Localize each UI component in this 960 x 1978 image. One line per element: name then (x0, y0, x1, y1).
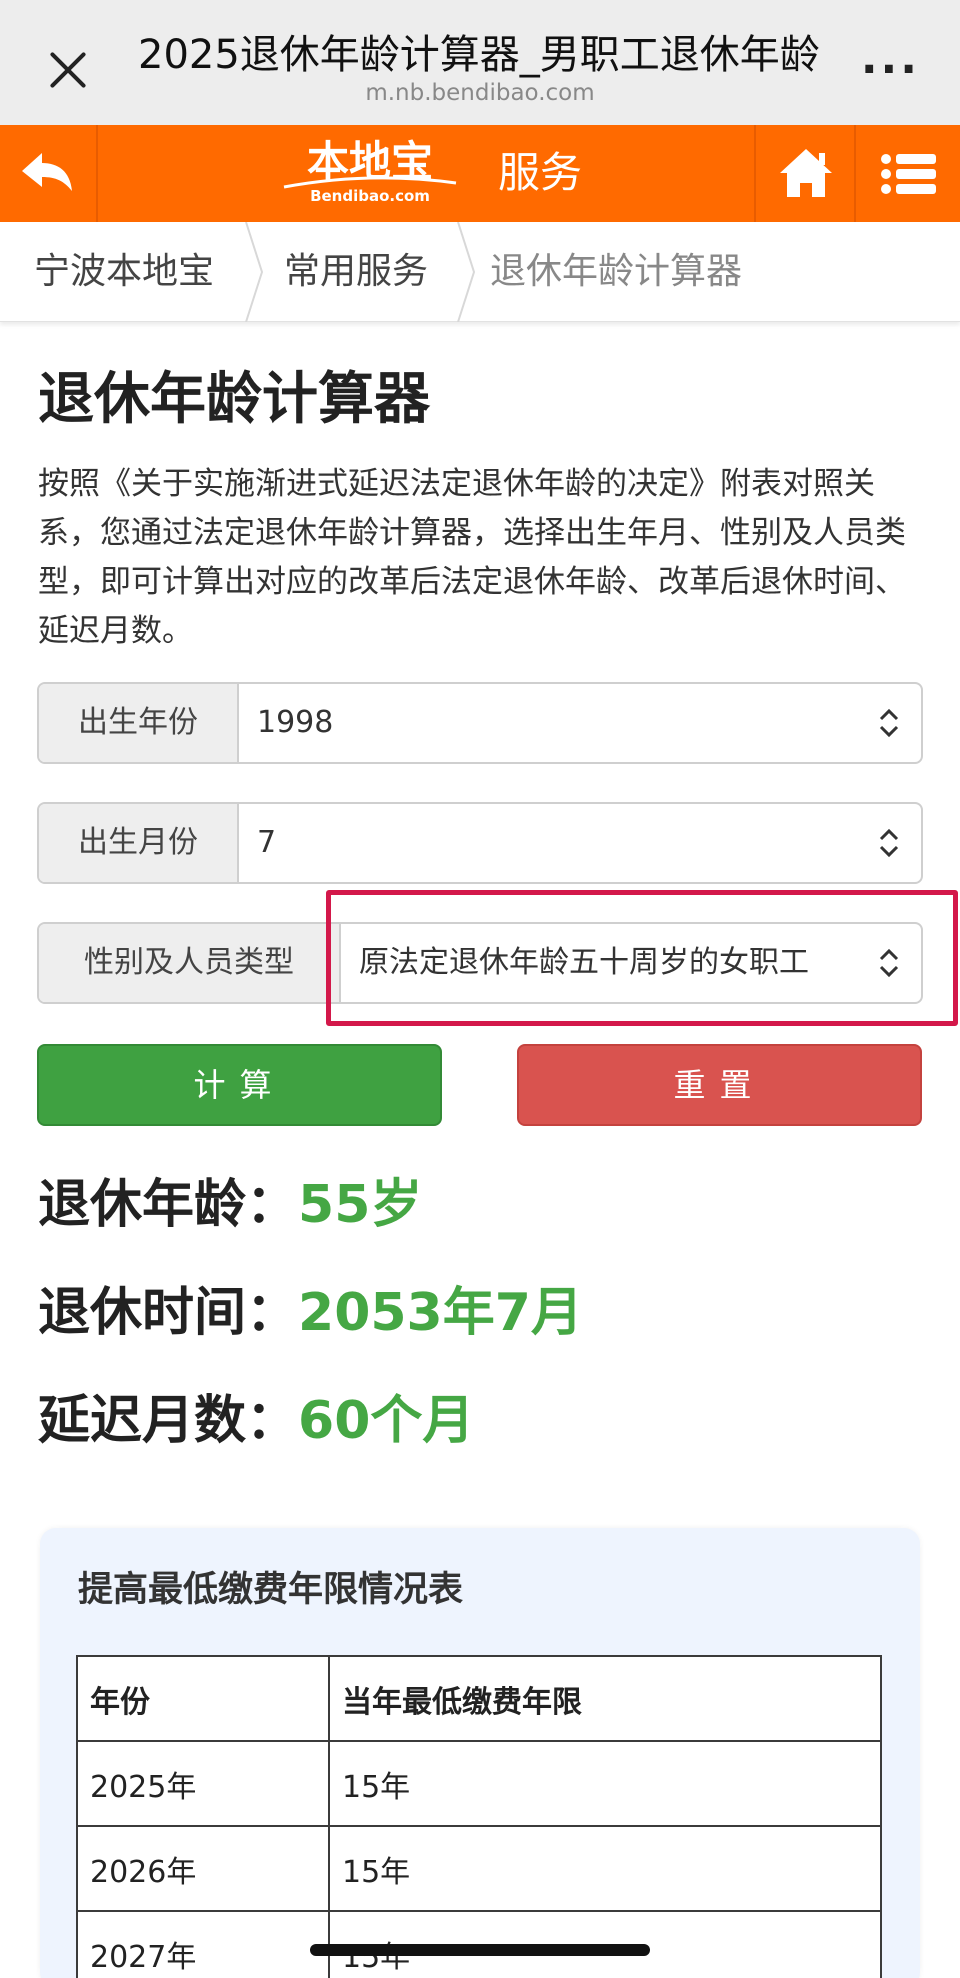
result-delay-months: 延迟月数：60个月 (38, 1386, 474, 1456)
birth-month-select[interactable]: 出生月份 7 (37, 802, 923, 884)
birth-year-value[interactable]: 1998 (257, 684, 857, 762)
table-header-cell: 年份 (76, 1655, 330, 1742)
page-intro: 按照《关于实施渐进式延迟法定退休年龄的决定》附表对照关系，您通过法定退休年龄计算… (38, 466, 906, 649)
more-options-icon[interactable]: ··· (861, 48, 920, 92)
breadcrumb-item-services[interactable]: 常用服务 (284, 222, 428, 322)
select-chevron-icon (879, 708, 899, 738)
breadcrumb-separator-icon (457, 222, 476, 322)
table-header-row: 年份 当年最低缴费年限 (76, 1655, 882, 1742)
table-cell: 2027年 (76, 1910, 330, 1978)
retirement-age-value: 55岁 (298, 1175, 423, 1235)
highlight-box (326, 890, 958, 1026)
table-cell: 15年 (328, 1740, 882, 1827)
table-row: 2025年 15年 (76, 1740, 882, 1827)
breadcrumb-item-current: 退休年龄计算器 (490, 251, 743, 292)
table-cell: 2026年 (76, 1825, 330, 1912)
site-header: 本地宝 Bendibao.com 服务 (0, 125, 960, 222)
birth-month-label: 出生月份 (39, 804, 239, 882)
breadcrumb-item-home[interactable]: 宁波本地宝 (34, 222, 214, 322)
select-chevron-icon (879, 828, 899, 858)
table-cell: 15年 (328, 1825, 882, 1912)
list-menu-icon (881, 154, 936, 194)
table-header-cell: 当年最低缴费年限 (328, 1655, 882, 1742)
header-service-label: 服务 (498, 148, 583, 197)
page-domain: m.nb.bendibao.com (365, 80, 595, 106)
back-arrow-icon (22, 153, 72, 191)
browser-top-bar: 2025退休年龄计算器_男职工退休年龄 m.nb.bendibao.com ··… (0, 0, 960, 125)
birth-year-select[interactable]: 出生年份 1998 (37, 682, 923, 764)
result-retirement-time: 退休时间：2053年7月 (38, 1278, 583, 1348)
person-type-label: 性别及人员类型 (39, 924, 341, 1002)
page-tab-title: 2025退休年龄计算器_男职工退休年龄 (138, 32, 820, 78)
menu-button[interactable] (854, 125, 960, 222)
card-title: 提高最低缴费年限情况表 (78, 1570, 464, 1610)
delay-months-label: 延迟月数： (38, 1391, 299, 1451)
retirement-time-label: 退休时间： (38, 1283, 299, 1343)
logo-subtext: Bendibao.com (310, 187, 430, 205)
table-cell: 2025年 (76, 1740, 330, 1827)
birth-year-label: 出生年份 (39, 684, 239, 762)
back-button[interactable] (0, 125, 98, 222)
page-title: 退休年龄计算器 (38, 367, 430, 432)
retirement-time-value: 2053年7月 (298, 1283, 583, 1343)
home-button[interactable] (754, 125, 854, 222)
table-row: 2026年 15年 (76, 1825, 882, 1912)
result-retirement-age: 退休年龄：55岁 (38, 1170, 422, 1240)
retirement-age-label: 退休年龄： (38, 1175, 299, 1235)
bendibao-logo[interactable]: 本地宝 Bendibao.com (280, 135, 460, 213)
home-icon (780, 149, 832, 197)
calculate-button[interactable]: 计算 (37, 1044, 442, 1126)
birth-month-value[interactable]: 7 (257, 804, 857, 882)
breadcrumb-separator-icon (245, 222, 264, 322)
contribution-years-table: 年份 当年最低缴费年限 2025年 15年 2026年 15年 2027年 15… (76, 1655, 882, 1978)
reset-button[interactable]: 重置 (517, 1044, 922, 1126)
home-indicator[interactable] (310, 1944, 650, 1956)
delay-months-value: 60个月 (298, 1391, 475, 1451)
breadcrumb: 宁波本地宝 常用服务 退休年龄计算器 (0, 222, 960, 322)
